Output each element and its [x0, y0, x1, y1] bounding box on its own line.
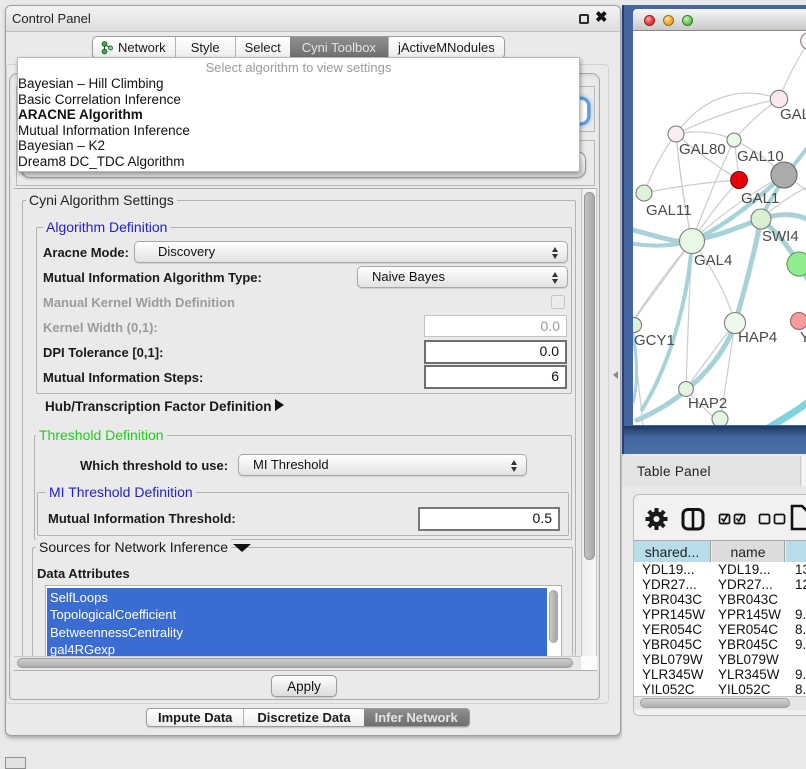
svg-text:GAL10: GAL10	[737, 148, 784, 165]
svg-text:GAL80: GAL80	[679, 141, 726, 158]
svg-text:GAL: GAL	[780, 106, 806, 123]
svg-text:HAP2: HAP2	[688, 395, 727, 412]
svg-text:GAL1: GAL1	[741, 190, 779, 207]
svg-text:HAP4: HAP4	[738, 329, 777, 346]
svg-text:Y: Y	[800, 329, 806, 346]
svg-text:SWI4: SWI4	[762, 228, 799, 245]
svg-text:GAL4: GAL4	[694, 252, 732, 269]
svg-text:GAL11: GAL11	[646, 202, 692, 219]
svg-text:GCY1: GCY1	[634, 332, 675, 349]
